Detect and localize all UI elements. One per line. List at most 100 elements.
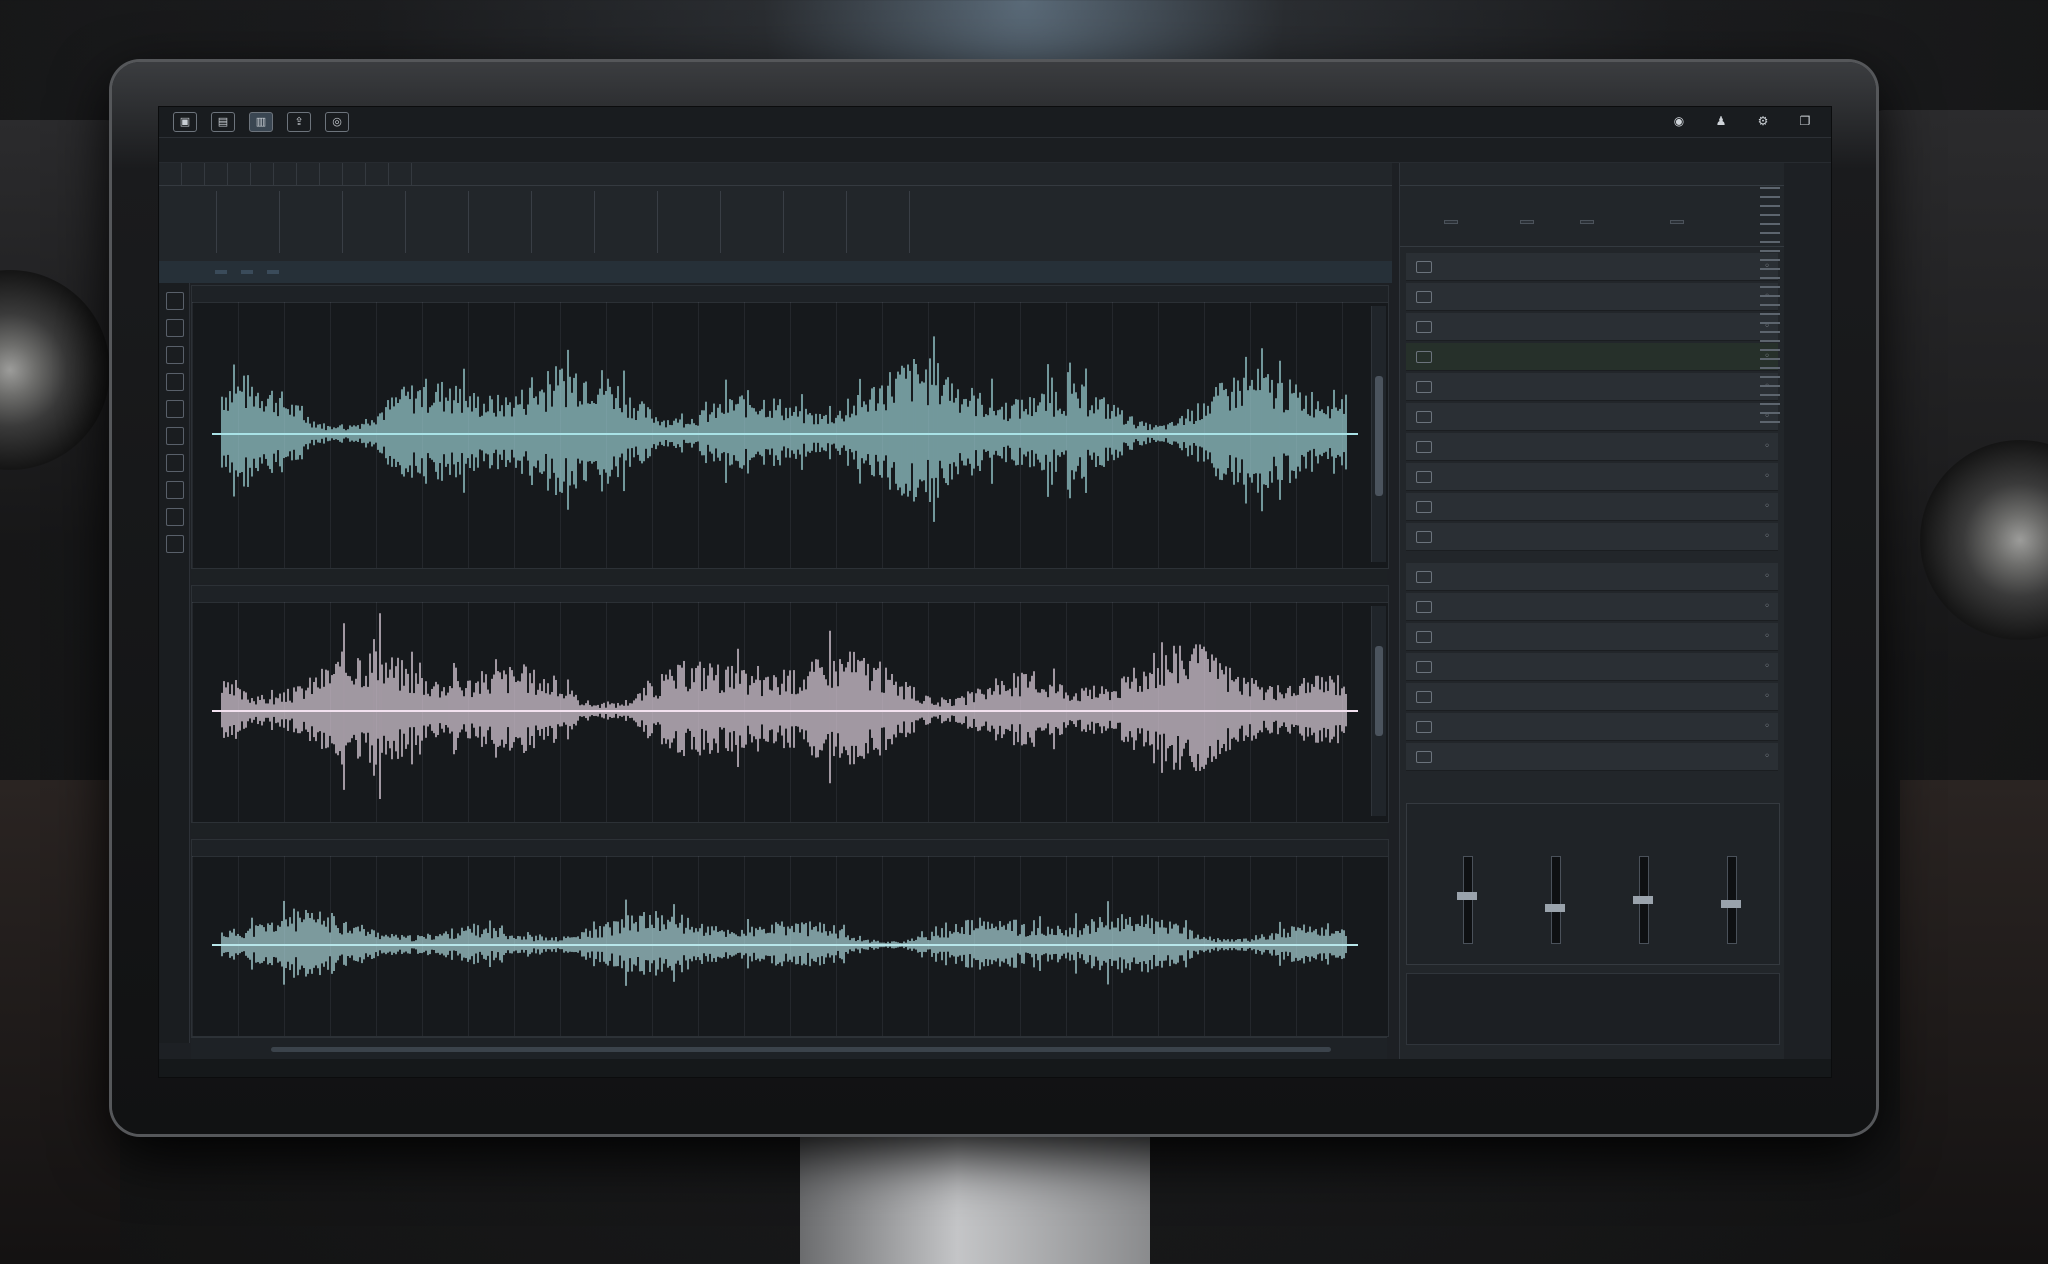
transport-tab-2[interactable] xyxy=(182,163,205,185)
transport-tab-7[interactable] xyxy=(297,163,320,185)
inspector-button-2[interactable] xyxy=(1520,220,1534,224)
mixer-channel-1 xyxy=(1437,814,1497,954)
send-slot-6[interactable]: ◦ xyxy=(1406,713,1778,741)
send-slot-7[interactable]: ◦ xyxy=(1406,743,1778,771)
inspector-button-1[interactable] xyxy=(1444,220,1458,224)
transport-tab-6[interactable] xyxy=(274,163,297,185)
zoom-option-5[interactable] xyxy=(241,270,253,274)
send-slot-toggle-icon[interactable]: ◦ xyxy=(1764,691,1770,702)
send-slot-toggle-icon[interactable]: ◦ xyxy=(1764,751,1770,762)
send-slot-icon xyxy=(1416,630,1432,643)
effect-slot-7[interactable]: ◦ xyxy=(1406,433,1778,461)
fader-knob[interactable] xyxy=(1633,896,1653,904)
channel-fader[interactable] xyxy=(1551,856,1561,944)
save-icon[interactable]: ▤ xyxy=(211,112,235,132)
gear-icon[interactable]: ⚙ xyxy=(1755,113,1771,129)
track-1-waveform[interactable] xyxy=(192,302,1388,566)
time-counter-3 xyxy=(290,191,343,253)
inspector-scrollbar[interactable] xyxy=(1760,187,1780,427)
transport-tab-10[interactable] xyxy=(366,163,389,185)
track-2-waveform[interactable] xyxy=(192,602,1388,820)
transport-tab-4[interactable] xyxy=(228,163,251,185)
cut-tool-icon[interactable] xyxy=(166,319,184,337)
transport-tab-1[interactable] xyxy=(159,163,182,185)
left-speaker xyxy=(0,120,120,540)
envelope-tool-icon[interactable] xyxy=(166,508,184,526)
help-icon[interactable]: ◉ xyxy=(1671,113,1687,129)
split-tool-icon[interactable] xyxy=(166,535,184,553)
send-slot-toggle-icon[interactable]: ◦ xyxy=(1764,721,1770,732)
transport-tab-8[interactable] xyxy=(320,163,343,185)
effect-slot-5[interactable]: ◦ xyxy=(1406,373,1778,401)
fader-knob[interactable] xyxy=(1721,900,1741,908)
marker-tool-icon[interactable] xyxy=(166,454,184,472)
fader-knob[interactable] xyxy=(1545,904,1565,912)
export-icon[interactable]: ⇪ xyxy=(287,112,311,132)
timeline-scroll-thumb[interactable] xyxy=(271,1047,1331,1052)
audio-track-2[interactable] xyxy=(191,585,1389,823)
channel-fader[interactable] xyxy=(1463,856,1473,944)
transport-tabs xyxy=(159,163,1392,186)
menu-bar xyxy=(159,138,1831,163)
mute-tool-icon[interactable] xyxy=(166,481,184,499)
time-counter-1 xyxy=(164,191,217,253)
file-icon[interactable]: ▣ xyxy=(173,112,197,132)
transport-tab-3[interactable] xyxy=(205,163,228,185)
effect-slot-toggle-icon[interactable]: ◦ xyxy=(1764,441,1770,452)
fader-knob[interactable] xyxy=(1457,892,1477,900)
zoom-option-6[interactable] xyxy=(267,270,279,274)
inspector-button-3[interactable] xyxy=(1580,220,1594,224)
track-1-header xyxy=(192,286,1388,303)
effect-slot-8[interactable]: ◦ xyxy=(1406,463,1778,491)
right-speaker-cone xyxy=(1920,440,2048,640)
hand-tool-icon[interactable] xyxy=(166,400,184,418)
effect-slot-4[interactable]: ◦ xyxy=(1406,343,1778,371)
select-tool-icon[interactable] xyxy=(166,292,184,310)
mixer-meters xyxy=(1406,803,1780,965)
audio-track-3[interactable] xyxy=(191,839,1389,1037)
settings-icon[interactable]: ◎ xyxy=(325,112,349,132)
track-3-waveform[interactable] xyxy=(192,856,1388,1034)
fade-tool-icon[interactable] xyxy=(166,427,184,445)
effect-slot-10[interactable]: ◦ xyxy=(1406,523,1778,551)
send-slot-toggle-icon[interactable]: ◦ xyxy=(1764,631,1770,642)
effect-slot-2[interactable]: ◦ xyxy=(1406,283,1778,311)
user-icon[interactable]: ♟ xyxy=(1713,113,1729,129)
send-slot-toggle-icon[interactable]: ◦ xyxy=(1764,601,1770,612)
track-2-scrollbar[interactable] xyxy=(1371,606,1386,816)
effect-slot-6[interactable]: ◦ xyxy=(1406,403,1778,431)
time-counter-2 xyxy=(227,191,280,253)
send-slot-3[interactable]: ◦ xyxy=(1406,623,1778,651)
inspector-button-4[interactable] xyxy=(1670,220,1684,224)
transport-tab-9[interactable] xyxy=(343,163,366,185)
zoom-option-4[interactable] xyxy=(215,270,227,274)
send-slot-2[interactable]: ◦ xyxy=(1406,593,1778,621)
send-slot-1[interactable]: ◦ xyxy=(1406,563,1778,591)
mixer-channel-4 xyxy=(1701,814,1761,954)
transport-tab-11[interactable] xyxy=(389,163,412,185)
window-icon[interactable]: ❐ xyxy=(1797,113,1813,129)
send-slot-toggle-icon[interactable]: ◦ xyxy=(1764,661,1770,672)
track-1-scrollbar[interactable] xyxy=(1371,306,1386,562)
send-slot-4[interactable]: ◦ xyxy=(1406,653,1778,681)
audio-track-1[interactable] xyxy=(191,285,1389,569)
send-slot-icon xyxy=(1416,690,1432,703)
effect-slot-9[interactable]: ◦ xyxy=(1406,493,1778,521)
effect-slot-3[interactable]: ◦ xyxy=(1406,313,1778,341)
send-slot-5[interactable]: ◦ xyxy=(1406,683,1778,711)
transport-tab-5[interactable] xyxy=(251,163,274,185)
effect-slot-toggle-icon[interactable]: ◦ xyxy=(1764,471,1770,482)
effect-slot-toggle-icon[interactable]: ◦ xyxy=(1764,531,1770,542)
send-slot-icon xyxy=(1416,750,1432,763)
effect-slot-toggle-icon[interactable]: ◦ xyxy=(1764,501,1770,512)
track-1-scroll-thumb[interactable] xyxy=(1375,376,1383,496)
tool-strip xyxy=(159,283,190,1043)
send-slot-toggle-icon[interactable]: ◦ xyxy=(1764,571,1770,582)
effect-slot-icon xyxy=(1416,530,1432,543)
folder-icon[interactable]: ▥ xyxy=(249,112,273,132)
effect-slot-1[interactable]: ◦ xyxy=(1406,253,1778,281)
pencil-tool-icon[interactable] xyxy=(166,373,184,391)
zoom-tool-icon[interactable] xyxy=(166,346,184,364)
track-2-scroll-thumb[interactable] xyxy=(1375,646,1383,736)
effect-slot-icon xyxy=(1416,350,1432,363)
